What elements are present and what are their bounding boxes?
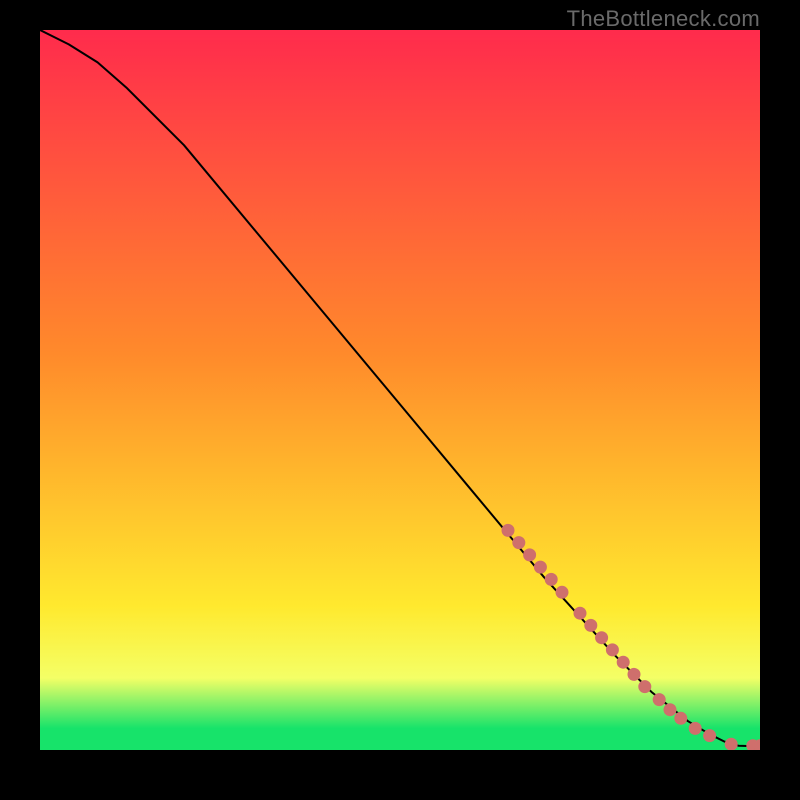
data-marker — [653, 693, 666, 706]
watermark-text: TheBottleneck.com — [567, 6, 760, 31]
data-marker — [512, 536, 525, 549]
data-marker — [606, 643, 619, 656]
watermark: TheBottleneck.com — [567, 6, 760, 32]
data-marker — [574, 607, 587, 620]
data-marker — [556, 586, 569, 599]
data-marker — [674, 712, 687, 725]
data-marker — [638, 680, 651, 693]
data-marker — [689, 722, 702, 735]
chart-svg — [40, 30, 760, 750]
data-marker — [534, 561, 547, 574]
data-marker — [703, 729, 716, 742]
data-marker — [584, 619, 597, 632]
chart-frame: TheBottleneck.com — [0, 0, 800, 800]
plot-area — [40, 30, 760, 750]
data-marker — [545, 573, 558, 586]
data-marker — [628, 668, 641, 681]
data-marker — [502, 524, 515, 537]
data-marker — [617, 656, 630, 669]
data-marker — [595, 631, 608, 644]
data-marker — [523, 548, 536, 561]
data-marker — [664, 703, 677, 716]
